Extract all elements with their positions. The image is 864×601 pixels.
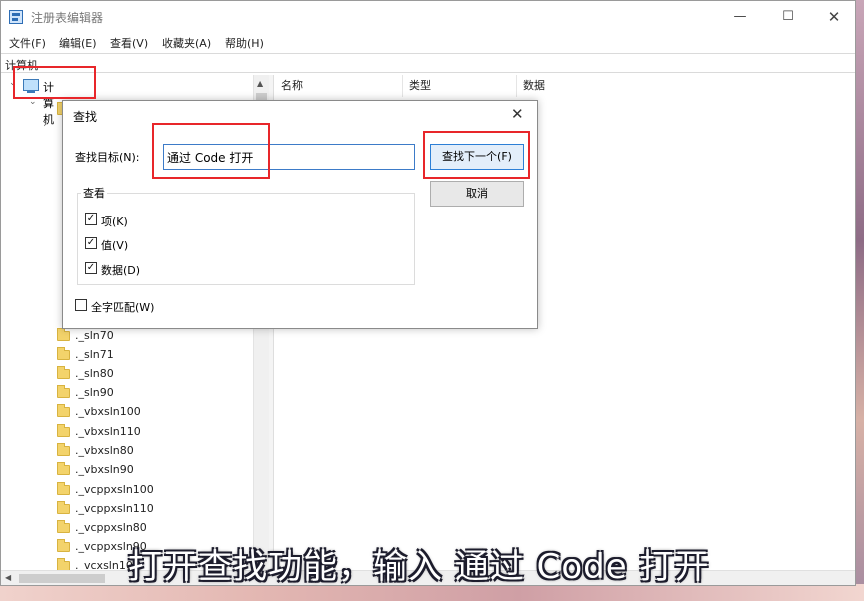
menu-favorites[interactable]: 收藏夹(A) — [162, 35, 211, 51]
tree-item-label: ._sln71 — [75, 348, 114, 361]
column-header-data[interactable]: 数据 — [517, 75, 855, 97]
look-at-group-title: 查看 — [81, 185, 107, 201]
menu-bar: 文件(F) 编辑(E) 查看(V) 收藏夹(A) 帮助(H) — [1, 32, 855, 52]
highlight-find-next — [423, 131, 530, 179]
folder-icon — [57, 424, 70, 437]
dialog-close-icon[interactable]: ✕ — [511, 105, 524, 123]
folder-icon — [57, 443, 70, 456]
menu-file[interactable]: 文件(F) — [9, 35, 46, 51]
tree-item-label: ._vcppxsln80 — [75, 521, 147, 534]
dialog-title: 查找 — [73, 110, 98, 124]
column-header-name[interactable]: 名称 — [275, 75, 403, 97]
folder-icon — [57, 347, 70, 360]
folder-icon — [57, 462, 70, 475]
maximize-button[interactable]: ☐ — [773, 5, 803, 29]
minimize-button[interactable]: — — [725, 5, 755, 29]
checkbox-keys[interactable]: ✓ — [85, 213, 97, 225]
checkbox-whole-match[interactable] — [75, 299, 87, 311]
folder-icon — [57, 385, 70, 398]
tree-item-label: ._vcppxsln110 — [75, 502, 154, 515]
tree-item-label: ._vbxsln110 — [75, 425, 141, 438]
folder-icon — [57, 520, 70, 533]
folder-icon — [57, 366, 70, 379]
menu-help[interactable]: 帮助(H) — [225, 35, 264, 51]
address-bar[interactable]: 计算机 — [1, 53, 855, 73]
scroll-up-icon[interactable]: ▲ — [257, 79, 263, 88]
horizontal-scroll-thumb[interactable] — [19, 574, 105, 583]
folder-icon — [57, 539, 70, 552]
scroll-left-icon[interactable]: ◀ — [5, 573, 11, 582]
tree-item-label: ._sln70 — [75, 329, 114, 342]
tree-item-label: ._vbxsln90 — [75, 463, 134, 476]
check-values-label: 值(V) — [101, 239, 129, 252]
menu-view[interactable]: 查看(V) — [110, 35, 148, 51]
background-edge-right — [855, 0, 864, 601]
title-bar[interactable]: 注册表编辑器 — ☐ ✕ — [1, 1, 855, 32]
column-header-type[interactable]: 类型 — [403, 75, 517, 97]
video-subtitle: 打开查找功能，输入 通过 Code 打开 — [128, 547, 710, 587]
folder-icon — [57, 501, 70, 514]
folder-icon — [57, 328, 70, 341]
highlight-root — [13, 66, 96, 99]
cancel-button[interactable]: 取消 — [430, 181, 524, 207]
menu-edit[interactable]: 编辑(E) — [59, 35, 97, 51]
close-button[interactable]: ✕ — [819, 5, 849, 29]
check-keys-label: 项(K) — [101, 215, 128, 228]
highlight-find-input — [152, 123, 270, 179]
tree-item-label: ._sln90 — [75, 386, 114, 399]
check-data-label: 数据(D) — [101, 264, 141, 277]
tree-item-label: ._vbxsln80 — [75, 444, 134, 457]
checkbox-values[interactable]: ✓ — [85, 237, 97, 249]
tree-item-label: ._vbxsln100 — [75, 405, 141, 418]
folder-icon — [57, 404, 70, 417]
window-title: 注册表编辑器 — [31, 11, 104, 25]
check-whole-match-label: 全字匹配(W) — [91, 301, 155, 314]
registry-app-icon — [9, 10, 23, 24]
find-target-label: 查找目标(N): — [75, 151, 140, 164]
expand-closed-icon[interactable]: › — [43, 117, 47, 130]
tree-item-label: ._sln80 — [75, 367, 114, 380]
tree-item-label: ._vcppxsln100 — [75, 483, 154, 496]
checkbox-data[interactable]: ✓ — [85, 262, 97, 274]
folder-icon — [57, 482, 70, 495]
